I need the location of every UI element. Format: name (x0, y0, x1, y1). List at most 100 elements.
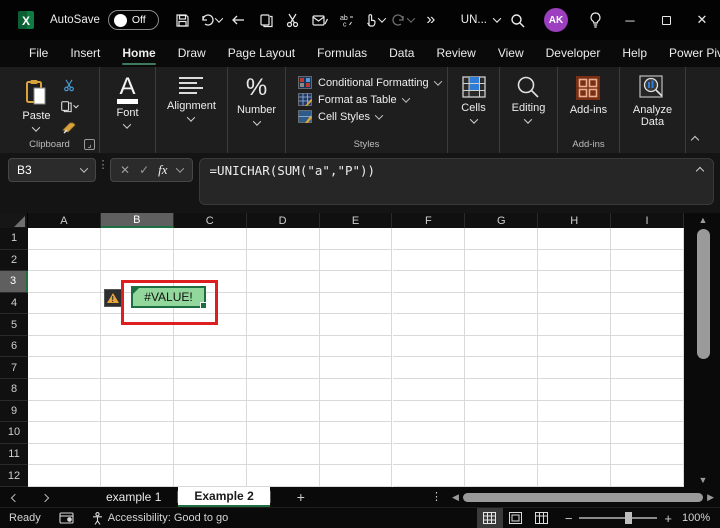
format-painter-button[interactable] (59, 119, 79, 136)
addins-button[interactable]: Add-ins (570, 67, 607, 116)
add-sheet-button[interactable]: + (271, 489, 331, 505)
tab-draw[interactable]: Draw (167, 42, 217, 65)
cell-d6[interactable] (246, 335, 320, 358)
name-box[interactable]: B3 (8, 158, 96, 182)
row-header-4[interactable]: 4 (0, 292, 28, 315)
cell-b8[interactable] (100, 379, 174, 401)
cell-d3[interactable] (246, 271, 320, 293)
tab-page-layout[interactable]: Page Layout (217, 42, 306, 65)
cells-button[interactable]: Cells (461, 67, 487, 124)
cell-d1[interactable] (246, 228, 320, 250)
cell-i8[interactable] (611, 379, 685, 401)
cell-e3[interactable] (319, 271, 393, 293)
search-icon[interactable] (500, 5, 534, 35)
cell-a2[interactable] (28, 249, 101, 272)
cell-styles-button[interactable]: Cell Styles (298, 110, 441, 123)
row-header-3[interactable]: 3 (0, 271, 28, 293)
tab-help[interactable]: Help (611, 42, 658, 65)
cut-button[interactable] (59, 77, 79, 94)
cell-g8[interactable] (465, 379, 539, 401)
enter-icon[interactable]: ✓ (139, 163, 149, 177)
cell-h2[interactable] (538, 249, 612, 272)
minimize-button[interactable]: ─ (612, 3, 648, 37)
cell-b11[interactable] (100, 443, 174, 466)
cell-d2[interactable] (246, 249, 320, 272)
cell-f7[interactable] (392, 357, 466, 380)
cell-f8[interactable] (392, 379, 466, 401)
cell-i12[interactable] (611, 465, 685, 487)
cell-a5[interactable] (28, 314, 101, 336)
cell-a7[interactable] (28, 357, 101, 380)
cell-g4[interactable] (465, 292, 539, 315)
cell-c11[interactable] (173, 443, 247, 466)
cell-c1[interactable] (173, 228, 247, 250)
row-header-7[interactable]: 7 (0, 357, 28, 380)
save-icon[interactable] (171, 7, 195, 33)
column-header-i[interactable]: I (611, 213, 685, 228)
cell-b2[interactable] (100, 249, 174, 272)
cell-a8[interactable] (28, 379, 101, 401)
cell-h1[interactable] (538, 228, 612, 250)
cell-a1[interactable] (28, 228, 101, 250)
sheet-options-icon[interactable]: ⋮ (421, 492, 452, 503)
row-header-5[interactable]: 5 (0, 314, 28, 336)
more-commands-icon[interactable]: » (419, 7, 443, 33)
cell-h12[interactable] (538, 465, 612, 487)
cell-i6[interactable] (611, 335, 685, 358)
cell-b9[interactable] (100, 400, 174, 423)
row-header-12[interactable]: 12 (0, 465, 28, 487)
cell-i7[interactable] (611, 357, 685, 380)
cell-a10[interactable] (28, 422, 101, 444)
copy-icon[interactable] (254, 7, 278, 33)
cell-h11[interactable] (538, 443, 612, 466)
cell-f3[interactable] (392, 271, 466, 293)
cell-e4[interactable] (319, 292, 393, 315)
cell-g7[interactable] (465, 357, 539, 380)
accessibility-status[interactable]: Accessibility: Good to go (83, 508, 237, 528)
cell-d9[interactable] (246, 400, 320, 423)
cell-f5[interactable] (392, 314, 466, 336)
cell-i2[interactable] (611, 249, 685, 272)
formula-input[interactable]: =UNICHAR(SUM("a","P")) (198, 158, 714, 205)
horizontal-scroll-thumb[interactable] (462, 492, 704, 502)
cell-h7[interactable] (538, 357, 612, 380)
row-header-11[interactable]: 11 (0, 443, 28, 466)
tab-home[interactable]: Home (111, 42, 166, 65)
cell-f10[interactable] (392, 422, 466, 444)
sheet-tab-example-1[interactable]: example 1 (90, 487, 177, 507)
tab-data[interactable]: Data (378, 42, 425, 65)
cell-a12[interactable] (28, 465, 101, 487)
page-break-view-icon[interactable] (529, 508, 555, 528)
tab-review[interactable]: Review (425, 42, 486, 65)
column-header-c[interactable]: C (173, 213, 247, 228)
cell-g1[interactable] (465, 228, 539, 250)
editing-button[interactable]: Editing (512, 67, 545, 124)
cell-h5[interactable] (538, 314, 612, 336)
tab-file[interactable]: File (18, 42, 59, 65)
column-header-b[interactable]: B (100, 213, 174, 228)
clipboard-dialog-launcher-icon[interactable]: ⌟ (84, 139, 95, 150)
cell-i9[interactable] (611, 400, 685, 423)
cell-a9[interactable] (28, 400, 101, 423)
cell-c9[interactable] (173, 400, 247, 423)
cell-c7[interactable] (173, 357, 247, 380)
next-sheet-icon[interactable] (30, 488, 60, 506)
row-header-6[interactable]: 6 (0, 335, 28, 358)
cell-b10[interactable] (100, 422, 174, 444)
conditional-formatting-button[interactable]: Conditional Formatting (298, 76, 442, 89)
close-button[interactable]: ✕ (684, 3, 720, 37)
tab-view[interactable]: View (487, 42, 535, 65)
prev-sheet-icon[interactable] (0, 488, 30, 506)
tab-power-pivot[interactable]: Power Pivot (658, 42, 720, 65)
cell-h9[interactable] (538, 400, 612, 423)
cell-g10[interactable] (465, 422, 539, 444)
font-button[interactable]: A Font (116, 67, 139, 129)
cell-i10[interactable] (611, 422, 685, 444)
maximize-button[interactable] (648, 3, 684, 37)
column-header-a[interactable]: A (28, 213, 101, 228)
cell-e12[interactable] (319, 465, 393, 487)
cell-c2[interactable] (173, 249, 247, 272)
document-title[interactable]: UN... (461, 14, 502, 26)
cell-i4[interactable] (611, 292, 685, 315)
undo-icon[interactable] (198, 7, 224, 33)
